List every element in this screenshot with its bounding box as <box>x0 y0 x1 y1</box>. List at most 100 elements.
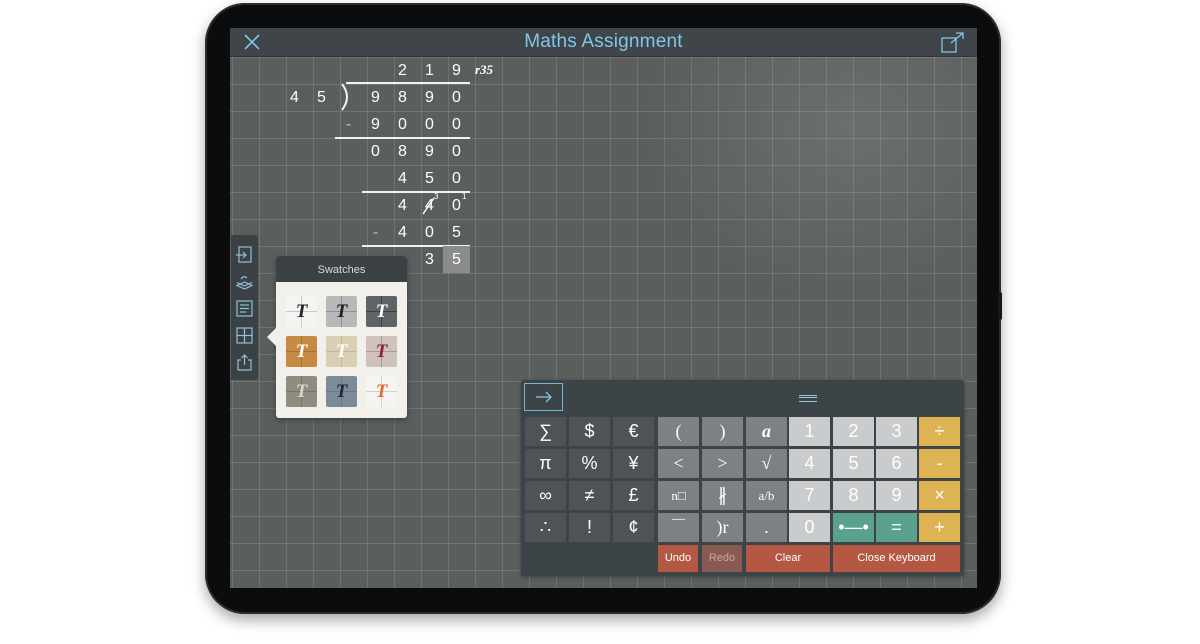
step-digit[interactable]: 5 <box>443 219 470 246</box>
swatch-option[interactable]: T <box>366 336 397 367</box>
step-digit[interactable]: 4 <box>389 165 416 192</box>
key-16[interactable]: 4 <box>789 449 830 478</box>
key-0[interactable]: ∑ <box>525 417 566 446</box>
divisor-digit[interactable]: 4 <box>281 84 308 111</box>
step-digit[interactable]: 0 <box>443 165 470 192</box>
key-31[interactable]: ! <box>569 513 610 542</box>
swatch-glyph: T <box>295 381 308 402</box>
key-24[interactable]: ∦ <box>702 481 743 510</box>
key-30[interactable]: ∴ <box>525 513 566 542</box>
dividend-digit[interactable]: 8 <box>389 84 416 111</box>
key-6[interactable]: 1 <box>789 417 830 446</box>
divisor-digit[interactable]: 5 <box>308 84 335 111</box>
export-icon[interactable] <box>235 353 254 372</box>
swatch-option[interactable]: T <box>286 376 317 407</box>
quotient-digit[interactable]: 2 <box>389 57 416 84</box>
key-20[interactable]: ∞ <box>525 481 566 510</box>
key-1[interactable]: $ <box>569 417 610 446</box>
swatches-popover: Swatches TTTTTTTTT <box>267 256 407 418</box>
step-digit[interactable]: 4 <box>389 219 416 246</box>
step-digit[interactable]: 0 <box>443 111 470 138</box>
clear-button[interactable]: Clear <box>746 545 830 572</box>
key-21[interactable]: ≠ <box>569 481 610 510</box>
key-4[interactable]: ) <box>702 417 743 446</box>
key-10[interactable]: π <box>525 449 566 478</box>
page-title: Maths Assignment <box>524 31 683 52</box>
keyboard-tab-arrow[interactable] <box>524 383 563 411</box>
quotient-digit[interactable]: 9 <box>443 57 470 84</box>
key-11[interactable]: % <box>569 449 610 478</box>
import-icon[interactable] <box>235 245 254 264</box>
grid-icon[interactable] <box>235 326 254 345</box>
swatch-option[interactable]: T <box>366 296 397 327</box>
key-37[interactable]: •—• <box>833 513 874 542</box>
borrow-digit: 1 <box>462 192 467 201</box>
swatch-option[interactable]: T <box>366 376 397 407</box>
step-digit[interactable]: 0 <box>416 111 443 138</box>
key-17[interactable]: 5 <box>833 449 874 478</box>
key-23[interactable]: n□ <box>658 481 699 510</box>
key-3[interactable]: ( <box>658 417 699 446</box>
selected-cell[interactable]: 5 <box>443 246 470 273</box>
key-29[interactable]: × <box>919 481 960 510</box>
key-27[interactable]: 8 <box>833 481 874 510</box>
quotient-digit[interactable]: 1 <box>416 57 443 84</box>
key-15[interactable]: √ <box>746 449 787 478</box>
layers-icon[interactable] <box>235 273 254 292</box>
key-22[interactable]: £ <box>613 481 654 510</box>
swatch-option[interactable]: T <box>286 296 317 327</box>
dividend-digit[interactable]: 9 <box>362 84 389 111</box>
step-digit[interactable]: 8 <box>389 138 416 165</box>
notes-icon[interactable] <box>235 299 254 318</box>
dividend-digit[interactable]: 0 <box>443 84 470 111</box>
drag-handle-icon[interactable] <box>799 395 817 402</box>
key-33[interactable]: ‾‾ <box>658 513 699 542</box>
remainder-label[interactable]: r35 <box>475 62 493 78</box>
key-35[interactable]: . <box>746 513 787 542</box>
key-2[interactable]: € <box>613 417 654 446</box>
swatch-glyph: T <box>335 341 348 362</box>
key-18[interactable]: 6 <box>876 449 917 478</box>
key-9[interactable]: ÷ <box>919 417 960 446</box>
key-14[interactable]: > <box>702 449 743 478</box>
minus-sign[interactable]: - <box>362 219 389 246</box>
swatch-option[interactable]: T <box>286 336 317 367</box>
swatch-glyph: T <box>375 381 388 402</box>
remainder-digit[interactable]: 3 <box>416 246 443 273</box>
key-28[interactable]: 9 <box>876 481 917 510</box>
step-digit[interactable]: 5 <box>416 165 443 192</box>
key-26[interactable]: 7 <box>789 481 830 510</box>
undo-button[interactable]: Undo <box>658 545 698 572</box>
side-toolbar <box>231 235 258 380</box>
swatch-glyph: T <box>295 341 308 362</box>
step-digit[interactable]: 0 <box>416 219 443 246</box>
key-19[interactable]: - <box>919 449 960 478</box>
swatch-glyph: T <box>375 341 388 362</box>
step-digit[interactable]: 0 <box>443 138 470 165</box>
minus-sign[interactable]: - <box>335 111 362 138</box>
dividend-digit[interactable]: 9 <box>416 84 443 111</box>
step-digit[interactable]: 4 <box>389 192 416 219</box>
key-8[interactable]: 3 <box>876 417 917 446</box>
key-25[interactable]: a/b <box>746 481 787 510</box>
key-38[interactable]: = <box>876 513 917 542</box>
key-32[interactable]: ¢ <box>613 513 654 542</box>
step-digit[interactable]: 9 <box>362 111 389 138</box>
close-keyboard-button[interactable]: Close Keyboard <box>833 545 960 572</box>
key-7[interactable]: 2 <box>833 417 874 446</box>
key-39[interactable]: + <box>919 513 960 542</box>
swatch-option[interactable]: T <box>326 336 357 367</box>
key-12[interactable]: ¥ <box>613 449 654 478</box>
key-36[interactable]: 0 <box>789 513 830 542</box>
key-5[interactable]: a <box>746 417 787 446</box>
step-digit[interactable]: 0 <box>389 111 416 138</box>
swatch-option[interactable]: T <box>326 376 357 407</box>
key-34[interactable]: )r <box>702 513 743 542</box>
share-icon[interactable] <box>941 31 965 53</box>
step-digit[interactable]: 0 <box>362 138 389 165</box>
step-digit[interactable]: 9 <box>416 138 443 165</box>
swatch-option[interactable]: T <box>326 296 357 327</box>
borrow-digit: 3 <box>434 192 439 201</box>
key-13[interactable]: < <box>658 449 699 478</box>
redo-button[interactable]: Redo <box>702 545 742 572</box>
